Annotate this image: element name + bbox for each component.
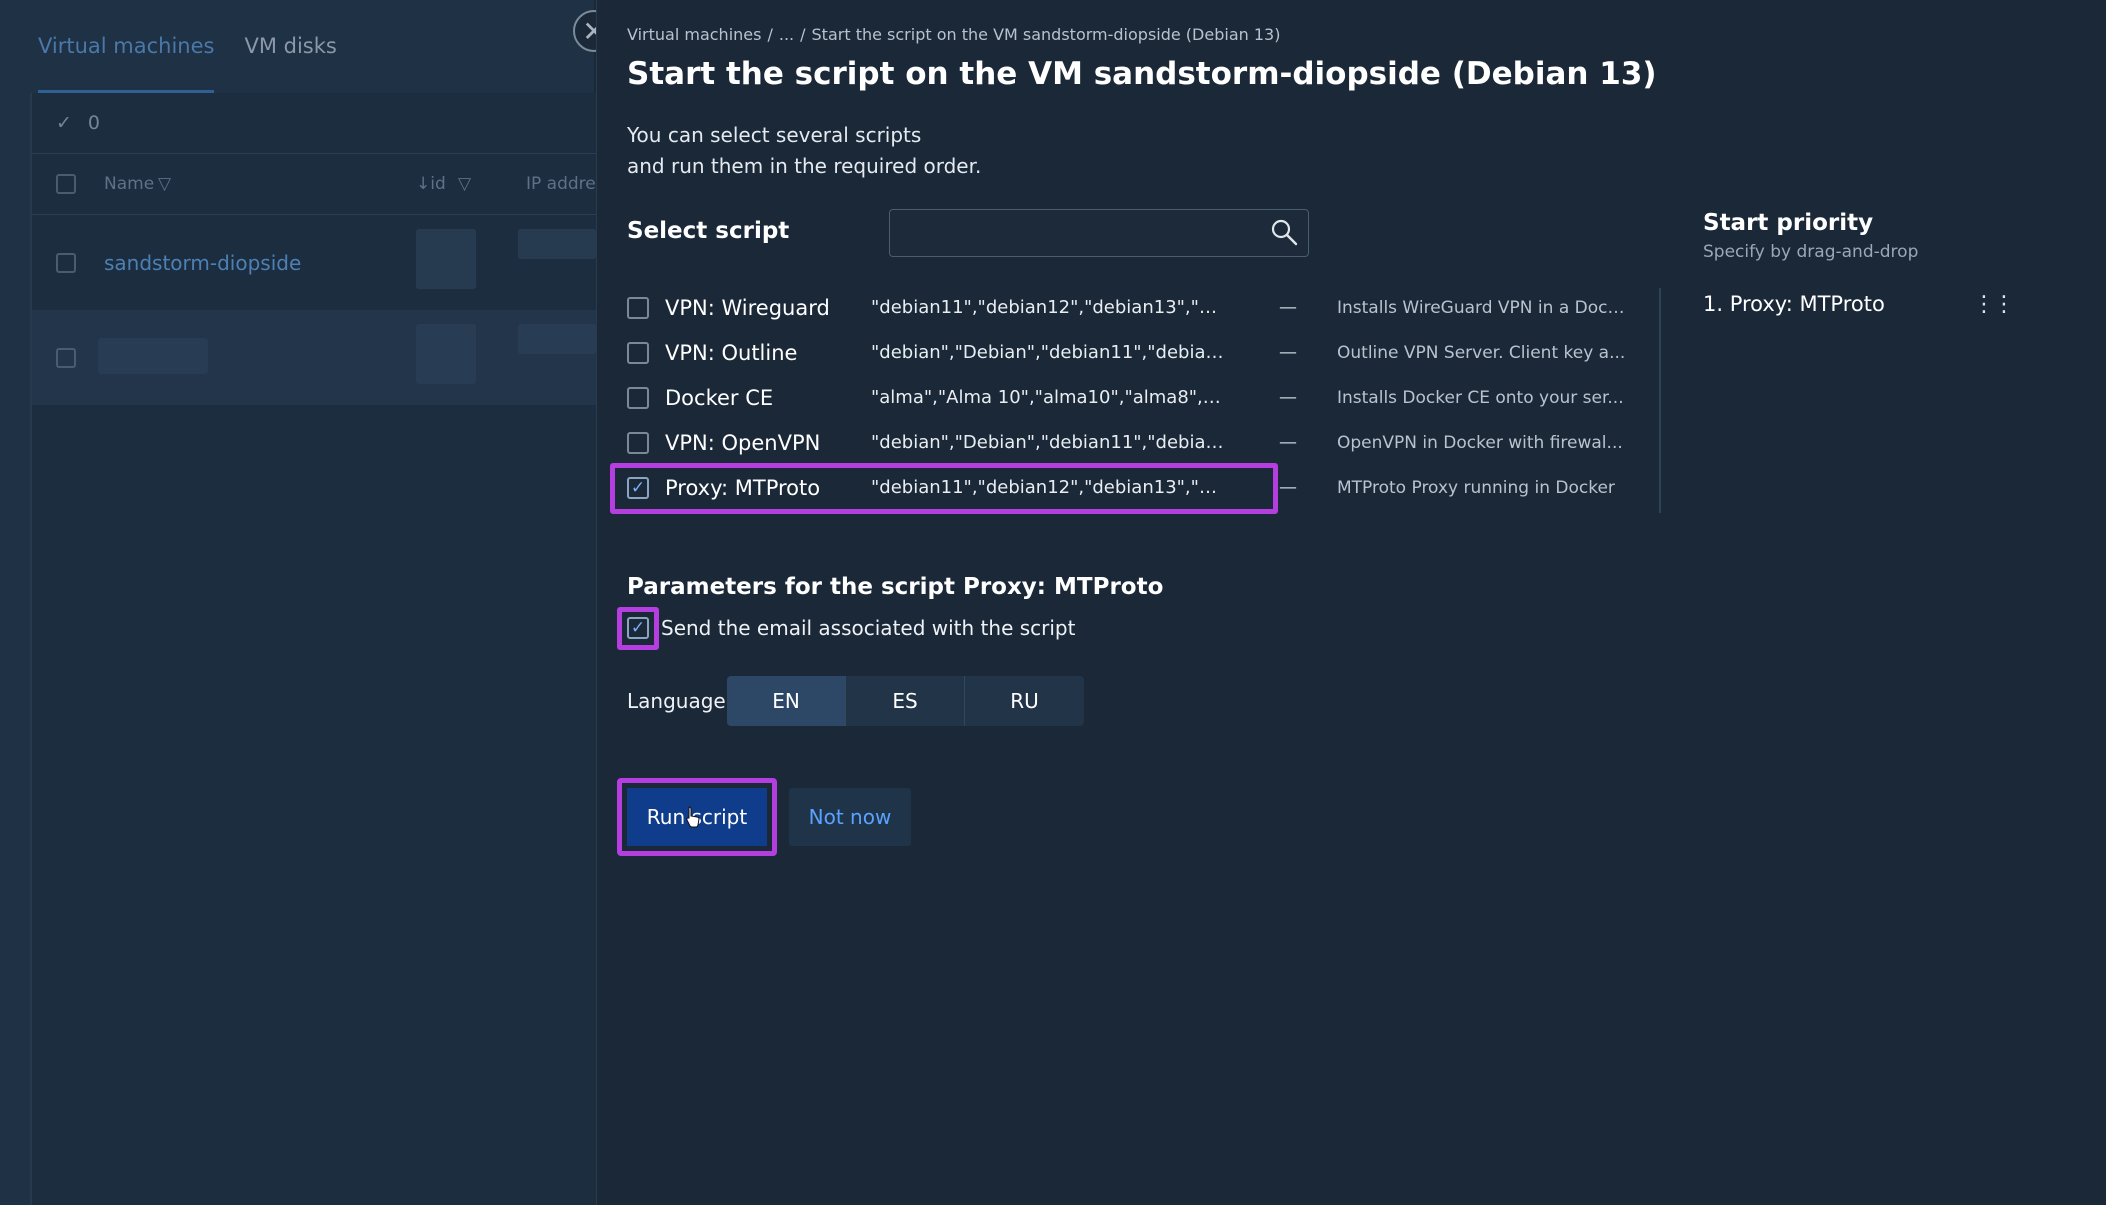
script-description: OpenVPN in Docker with firewal... <box>1337 432 1623 453</box>
column-name[interactable]: Name <box>104 174 154 194</box>
breadcrumb-ellipsis[interactable]: ... <box>779 25 794 44</box>
script-dash: — <box>1279 387 1297 408</box>
check-icon: ✓ <box>630 477 646 498</box>
tab-virtual-machines[interactable]: Virtual machines <box>38 34 215 94</box>
script-os-list: "debian11","debian12","debian13","ubun..… <box>871 297 1226 318</box>
mouse-cursor-icon <box>686 806 700 828</box>
script-checkbox[interactable] <box>627 431 649 454</box>
check-icon: ✓ <box>630 618 646 638</box>
language-option-ru[interactable]: RU <box>965 676 1084 726</box>
script-description: Outline VPN Server. Client key a... <box>1337 342 1626 363</box>
column-id[interactable]: ↓id <box>416 174 446 194</box>
table-row[interactable]: sandstorm-diopside <box>32 215 596 310</box>
dialog-description: You can select several scripts and run t… <box>627 120 981 182</box>
language-label: Language <box>627 689 726 713</box>
vm-name-link[interactable]: sandstorm-diopside <box>104 251 301 275</box>
filter-icon[interactable]: ▽ <box>158 174 171 194</box>
table-header: Name ▽ ↓id ▽ IP addre <box>32 154 596 215</box>
selected-count: 0 <box>87 112 101 134</box>
priority-item[interactable]: 1. Proxy: MTProto ⋮⋮ <box>1703 292 2015 317</box>
script-name: Docker CE <box>665 385 774 410</box>
blurred-cell <box>518 324 596 354</box>
start-priority-panel: Start priority Specify by drag-and-drop <box>1703 210 1918 262</box>
script-dash: — <box>1279 477 1297 498</box>
email-checkbox[interactable]: ✓ <box>627 617 649 639</box>
script-os-list: "debian","Debian","debian11","debian12",… <box>871 432 1226 453</box>
priority-subtitle: Specify by drag-and-drop <box>1703 242 1919 262</box>
email-checkbox-wrapper[interactable]: ✓ <box>617 607 659 650</box>
script-checkbox[interactable] <box>627 341 649 364</box>
row-checkbox[interactable] <box>56 347 76 368</box>
vm-list-panel: ✓ 0 Name ▽ ↓id ▽ IP addre sandstorm-diop… <box>30 93 596 1205</box>
search-icon[interactable] <box>1270 218 1298 246</box>
breadcrumb-separator: / <box>767 25 773 44</box>
tab-vm-disks[interactable]: VM disks <box>244 34 336 94</box>
priority-item-label: 1. Proxy: MTProto <box>1703 292 1885 316</box>
background-page: Virtual machines VM disks ✓ 0 Name ▽ ↓id… <box>0 0 596 1205</box>
script-search[interactable] <box>889 209 1309 257</box>
filter-icon[interactable]: ▽ <box>458 174 471 194</box>
select-all-checkbox[interactable] <box>56 174 76 194</box>
script-checkbox-checked[interactable]: ✓ <box>627 476 649 499</box>
script-name: VPN: Wireguard <box>665 295 830 320</box>
script-checkbox[interactable] <box>627 386 649 409</box>
language-option-en[interactable]: EN <box>727 676 846 726</box>
language-option-es[interactable]: ES <box>846 676 965 726</box>
script-os-list: "alma","Alma 10","alma10","alma8","alma.… <box>871 387 1226 408</box>
script-name: Proxy: MTProto <box>665 475 821 500</box>
column-ip[interactable]: IP addre <box>526 174 596 194</box>
drag-handle-icon[interactable]: ⋮⋮ <box>1973 292 2015 317</box>
script-list: VPN: Wireguard "debian11","debian12","de… <box>610 285 1677 514</box>
script-os-list: "debian","Debian","debian11","debian12",… <box>871 342 1226 363</box>
not-now-button[interactable]: Not now <box>789 788 911 846</box>
script-dash: — <box>1279 297 1297 318</box>
breadcrumb: Virtual machines /... / Start the script on… <box>627 25 1286 44</box>
bg-tabs: Virtual machines VM disks <box>38 34 337 94</box>
breadcrumb-current: Start the script on the VM sandstorm-dio… <box>811 25 1281 44</box>
breadcrumb-separator: / <box>800 25 806 44</box>
blurred-cell <box>518 229 596 259</box>
script-name: VPN: OpenVPN <box>665 430 821 455</box>
script-dash: — <box>1279 342 1297 363</box>
language-selector: EN ES RU <box>727 676 1084 726</box>
description-line: You can select several scripts <box>627 123 922 147</box>
script-dash: — <box>1279 432 1297 453</box>
script-os-list: "debian11","debian12","debian13","ubun..… <box>871 477 1226 498</box>
script-checkbox[interactable] <box>627 296 649 319</box>
selection-toolbar: ✓ 0 <box>32 93 596 154</box>
row-checkbox[interactable] <box>56 252 76 273</box>
script-row-vpn-outline[interactable]: VPN: Outline "debian","Debian","debian11… <box>627 330 1677 375</box>
check-icon: ✓ <box>56 112 72 134</box>
script-row-vpn-wireguard[interactable]: VPN: Wireguard "debian11","debian12","de… <box>627 285 1677 330</box>
email-label: Send the email associated with the scrip… <box>661 616 1076 640</box>
send-email-option[interactable]: ✓ Send the email associated with the scr… <box>617 607 1076 650</box>
description-line: and run them in the required order. <box>627 154 982 178</box>
script-row-docker-ce[interactable]: Docker CE "alma","Alma 10","alma10","alm… <box>627 375 1677 420</box>
blurred-cell <box>416 324 476 384</box>
params-title: Parameters for the script Proxy: MTProto <box>627 574 1164 600</box>
script-description: Installs WireGuard VPN in a Dock... <box>1337 297 1627 318</box>
script-description: MTProto Proxy running in Docker <box>1337 477 1615 498</box>
breadcrumb-virtual-machines[interactable]: Virtual machines <box>627 25 761 44</box>
blurred-cell <box>416 229 476 289</box>
select-script-label: Select script <box>627 218 790 244</box>
script-name: VPN: Outline <box>665 340 798 365</box>
divider <box>1659 288 1661 513</box>
script-description: Installs Docker CE onto your ser... <box>1337 387 1624 408</box>
script-row-proxy-mtproto[interactable]: ✓ Proxy: MTProto "debian11","debian12","… <box>610 463 1677 514</box>
priority-title: Start priority <box>1703 210 1874 236</box>
blurred-cell <box>98 338 208 374</box>
run-script-dialog: Virtual machines /... / Start the script on… <box>596 0 2106 1205</box>
script-row-vpn-openvpn[interactable]: VPN: OpenVPN "debian","Debian","debian11… <box>627 420 1677 465</box>
table-row[interactable] <box>32 310 596 405</box>
search-input[interactable] <box>890 210 1254 256</box>
not-now-label: Not now <box>808 805 892 829</box>
page-title: Start the script on the VM sandstorm-dio… <box>627 56 1657 92</box>
